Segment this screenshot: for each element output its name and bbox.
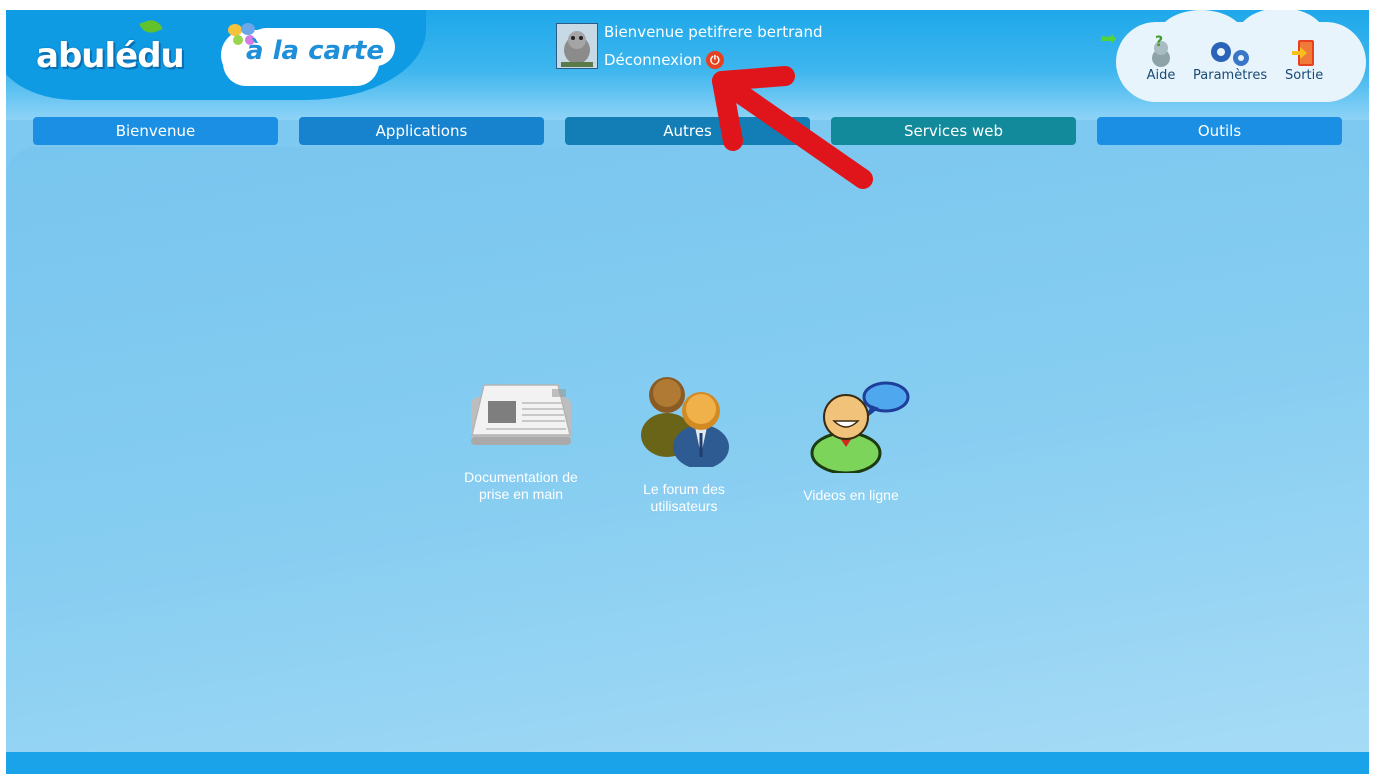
exit-button[interactable]: Sortie <box>1285 32 1323 83</box>
help-label: Aide <box>1146 68 1176 83</box>
chat-user-icon <box>810 381 910 473</box>
header: abulédu à la carte Bienvenue petifrere b… <box>6 10 1369 120</box>
app-label-line: Documentation de <box>464 469 578 485</box>
avatar-icon <box>561 31 593 67</box>
tab-services-web[interactable]: Services web <box>831 117 1076 145</box>
logout-label: Déconnexion <box>604 51 702 69</box>
logout-link[interactable]: Déconnexion ⏻ <box>604 51 724 69</box>
tab-label: Applications <box>375 122 468 140</box>
arrow-right-icon[interactable]: ➡ <box>1100 26 1117 50</box>
exit-label: Sortie <box>1285 68 1324 83</box>
welcome-text: Bienvenue petifrere bertrand <box>604 23 823 41</box>
app-label: Le forum des utilisateurs <box>643 481 725 515</box>
app-label: Videos en ligne <box>803 487 898 504</box>
app-videos[interactable]: Videos en ligne <box>776 371 926 504</box>
app-forum[interactable]: Le forum des utilisateurs <box>609 367 759 515</box>
tab-autres[interactable]: Autres <box>565 117 810 145</box>
app-documentation[interactable]: Documentation de prise en main <box>446 375 596 503</box>
user-avatar <box>556 23 598 69</box>
help-icon: ? <box>1146 32 1176 68</box>
abuledu-logo[interactable]: abulédu <box>36 16 185 82</box>
app-frame: abulédu à la carte Bienvenue petifrere b… <box>6 10 1369 774</box>
svg-text:?: ? <box>1155 34 1163 50</box>
tab-label: Bienvenue <box>115 122 196 140</box>
logo-text: abulédu <box>36 36 185 76</box>
users-icon <box>641 377 729 467</box>
tab-label: Outils <box>1197 122 1242 140</box>
tab-bienvenue[interactable]: Bienvenue <box>33 117 278 145</box>
settings-button[interactable]: Paramètres <box>1193 32 1267 83</box>
footer-bar <box>6 752 1369 774</box>
app-label-line: Le forum des <box>643 481 725 497</box>
carte-title: à la carte <box>246 36 384 66</box>
app-label-line: utilisateurs <box>650 498 718 514</box>
tab-label: Autres <box>663 122 712 140</box>
tab-applications[interactable]: Applications <box>299 117 544 145</box>
power-icon[interactable]: ⏻ <box>705 51 724 69</box>
app-label: Documentation de prise en main <box>464 469 578 503</box>
help-button[interactable]: ? Aide <box>1146 32 1176 83</box>
newspaper-icon <box>471 384 571 445</box>
exit-icon <box>1290 32 1318 68</box>
app-label-line: prise en main <box>478 486 564 502</box>
main-nav: Bienvenue Applications Autres Services w… <box>6 117 1369 147</box>
main-content: Documentation de prise en main Le forum … <box>6 147 1369 752</box>
tab-label: Services web <box>903 122 1004 140</box>
user-box: Bienvenue petifrere bertrand Déconnexion… <box>556 23 866 85</box>
tab-outils[interactable]: Outils <box>1097 117 1342 145</box>
settings-label: Paramètres <box>1193 68 1268 83</box>
app-label-line: Videos en ligne <box>803 487 899 503</box>
gears-icon <box>1205 32 1255 68</box>
